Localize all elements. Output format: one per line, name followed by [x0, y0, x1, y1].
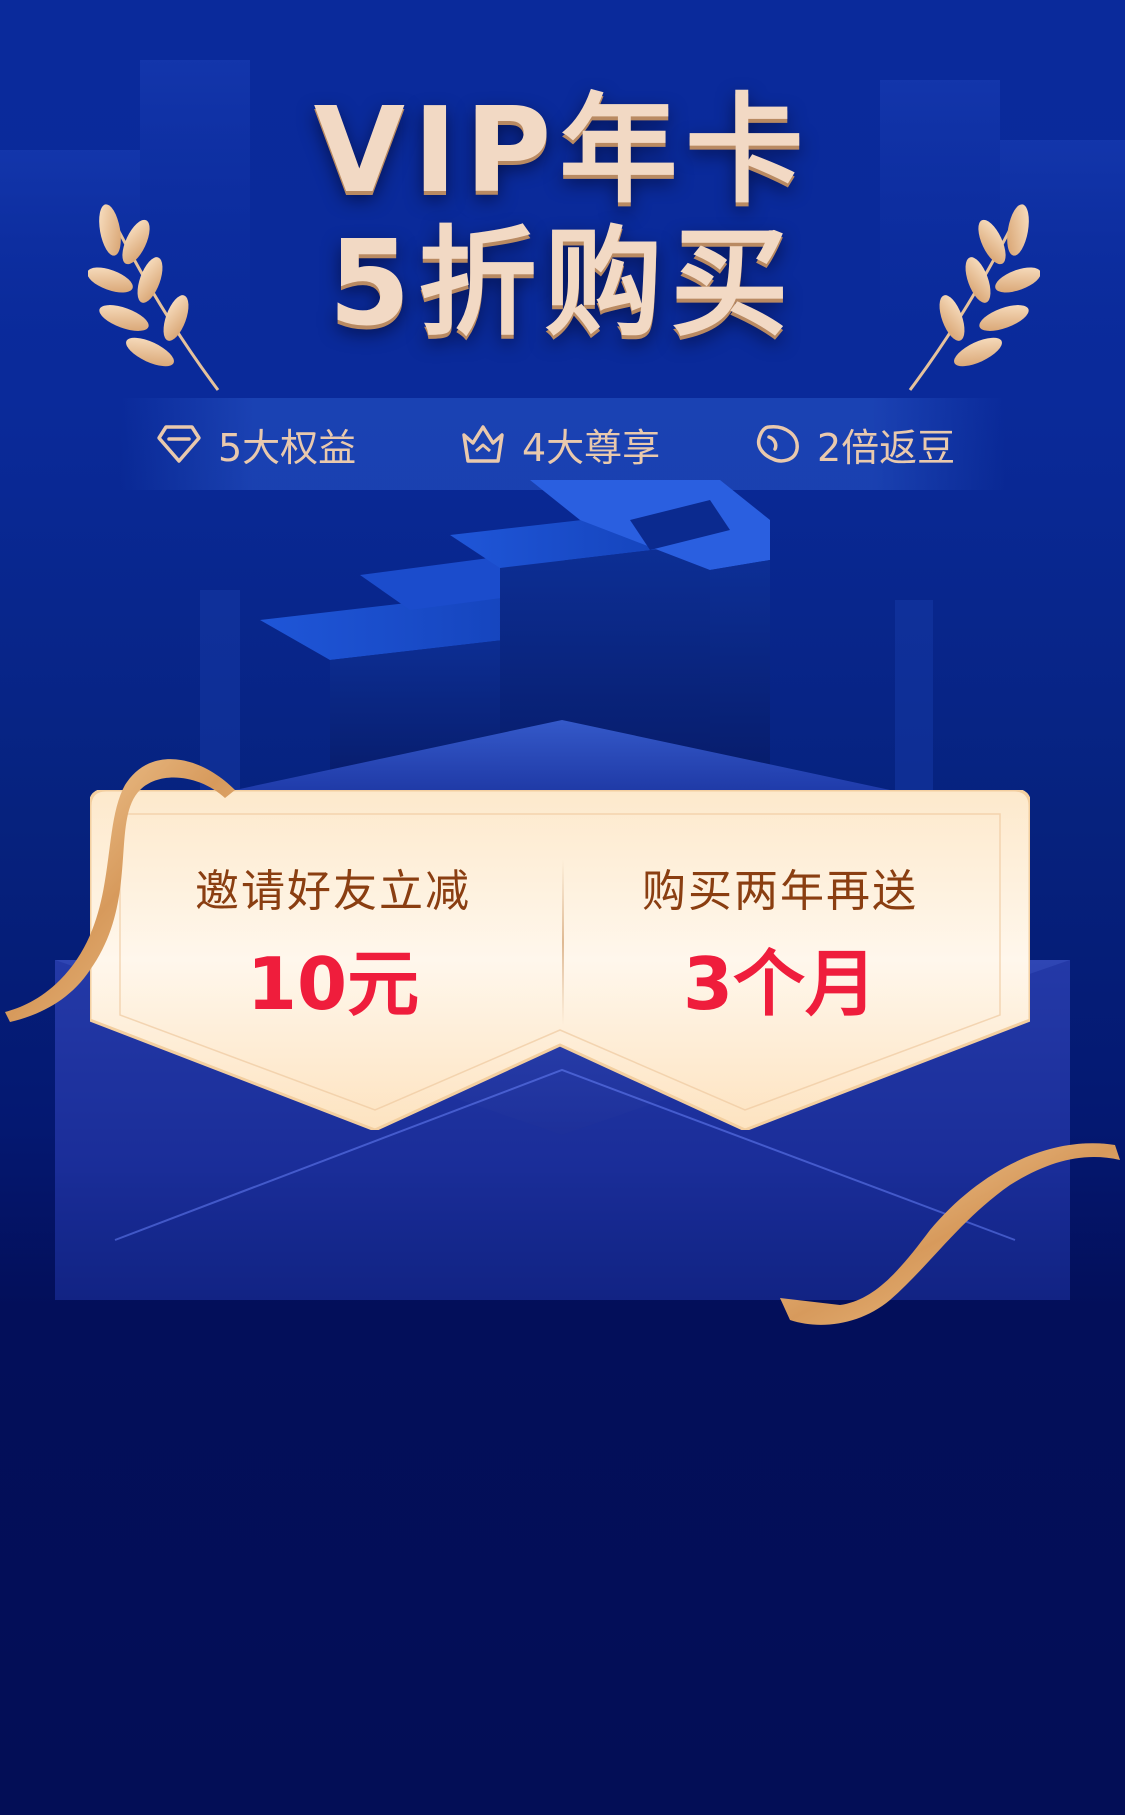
ribbon-right-decoration [780, 1143, 1120, 1325]
bean-icon [756, 425, 799, 463]
diamond-icon [157, 425, 201, 463]
benefit-label: 4大尊享 [522, 425, 661, 470]
laurel-right-icon [908, 204, 1040, 391]
benefit-item-beans: 2倍返豆 [755, 420, 955, 470]
offer-label: 购买两年再送 [642, 866, 918, 917]
offer-value: 3个月 [682, 942, 878, 1026]
page-title-line1: VIP年卡 [313, 81, 812, 219]
ribbon-left-decoration [5, 759, 235, 1022]
vip-promo-page: VIP年卡 5折购买 5大权益 4大尊享 2倍返豆 邀请好友立减 10元 购买两… [0, 0, 1125, 1815]
benefit-label: 5大权益 [218, 425, 357, 470]
crown-icon [462, 425, 504, 463]
offer-two-years: 购买两年再送 3个月 [590, 862, 970, 1024]
benefit-item-privileges: 4大尊享 [460, 420, 660, 470]
benefit-label: 2倍返豆 [817, 425, 956, 470]
offer-divider [562, 860, 564, 1025]
benefit-item-rights: 5大权益 [156, 420, 356, 470]
benefits-bar: 5大权益 4大尊享 2倍返豆 [120, 398, 1005, 490]
laurel-left-icon [88, 204, 220, 391]
